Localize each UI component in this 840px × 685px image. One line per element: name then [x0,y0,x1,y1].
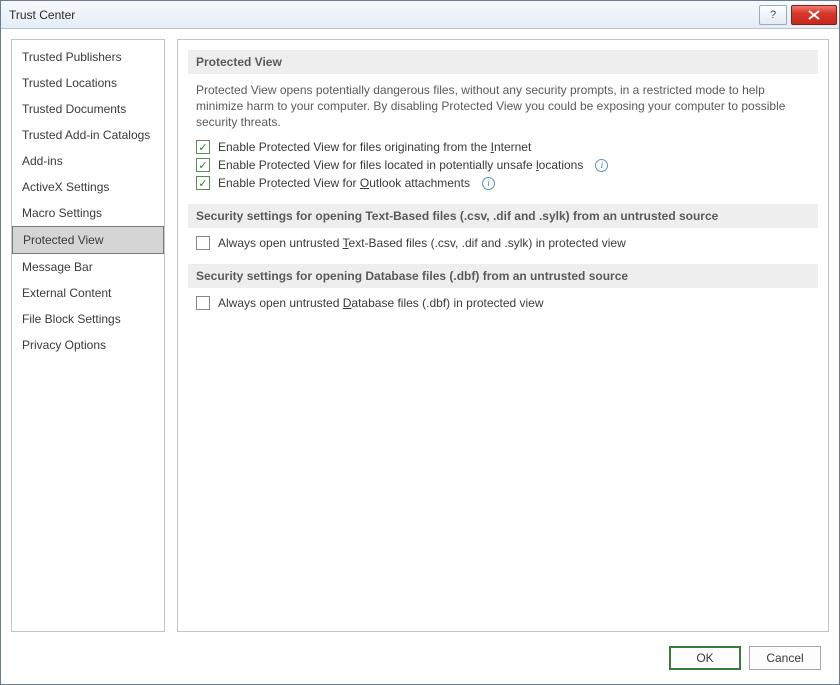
sidebar-item-trusted-documents[interactable]: Trusted Documents [12,96,164,122]
checkbox-unsafe-locations[interactable]: ✓ [196,158,210,172]
sidebar-item-add-ins[interactable]: Add-ins [12,148,164,174]
titlebar-buttons: ? [755,5,837,25]
main-panel: Protected View Protected View opens pote… [177,39,829,632]
option-database-files-label: Always open untrusted Database files (.d… [218,296,544,310]
protected-view-description: Protected View opens potentially dangero… [196,82,810,130]
checkbox-database-files[interactable]: ✓ [196,296,210,310]
sidebar: Trusted Publishers Trusted Locations Tru… [11,39,165,632]
titlebar: Trust Center ? [1,1,839,29]
sidebar-item-trusted-locations[interactable]: Trusted Locations [12,70,164,96]
option-database-files-row[interactable]: ✓ Always open untrusted Database files (… [196,296,810,310]
checkbox-outlook[interactable]: ✓ [196,176,210,190]
section-header-protected-view: Protected View [188,50,818,74]
section-header-database-files: Security settings for opening Database f… [188,264,818,288]
sidebar-item-activex-settings[interactable]: ActiveX Settings [12,174,164,200]
sidebar-item-file-block-settings[interactable]: File Block Settings [12,306,164,332]
sidebar-item-protected-view[interactable]: Protected View [12,226,164,254]
sidebar-item-external-content[interactable]: External Content [12,280,164,306]
sidebar-item-message-bar[interactable]: Message Bar [12,254,164,280]
sidebar-item-privacy-options[interactable]: Privacy Options [12,332,164,358]
section-header-text-files: Security settings for opening Text-Based… [188,204,818,228]
option-text-files-label: Always open untrusted Text-Based files (… [218,236,626,250]
sidebar-item-trusted-publishers[interactable]: Trusted Publishers [12,44,164,70]
sidebar-item-trusted-addin-catalogs[interactable]: Trusted Add-in Catalogs [12,122,164,148]
dialog-footer: OK Cancel [1,632,839,684]
option-internet-label: Enable Protected View for files originat… [218,140,531,154]
dialog-body: Trusted Publishers Trusted Locations Tru… [1,29,839,632]
option-outlook-row[interactable]: ✓ Enable Protected View for Outlook atta… [196,176,810,190]
cancel-button[interactable]: Cancel [749,646,821,670]
option-unsafe-locations-row[interactable]: ✓ Enable Protected View for files locate… [196,158,810,172]
help-button[interactable]: ? [759,5,787,25]
close-icon [808,10,820,20]
sidebar-item-macro-settings[interactable]: Macro Settings [12,200,164,226]
window-title: Trust Center [9,8,755,22]
trust-center-dialog: Trust Center ? Trusted Publishers Truste… [0,0,840,685]
info-icon[interactable]: i [482,177,495,190]
info-icon[interactable]: i [595,159,608,172]
option-internet-row[interactable]: ✓ Enable Protected View for files origin… [196,140,810,154]
ok-button[interactable]: OK [669,646,741,670]
checkbox-internet[interactable]: ✓ [196,140,210,154]
option-text-files-row[interactable]: ✓ Always open untrusted Text-Based files… [196,236,810,250]
checkbox-text-files[interactable]: ✓ [196,236,210,250]
option-unsafe-locations-label: Enable Protected View for files located … [218,158,583,172]
option-outlook-label: Enable Protected View for Outlook attach… [218,176,470,190]
close-button[interactable] [791,5,837,25]
